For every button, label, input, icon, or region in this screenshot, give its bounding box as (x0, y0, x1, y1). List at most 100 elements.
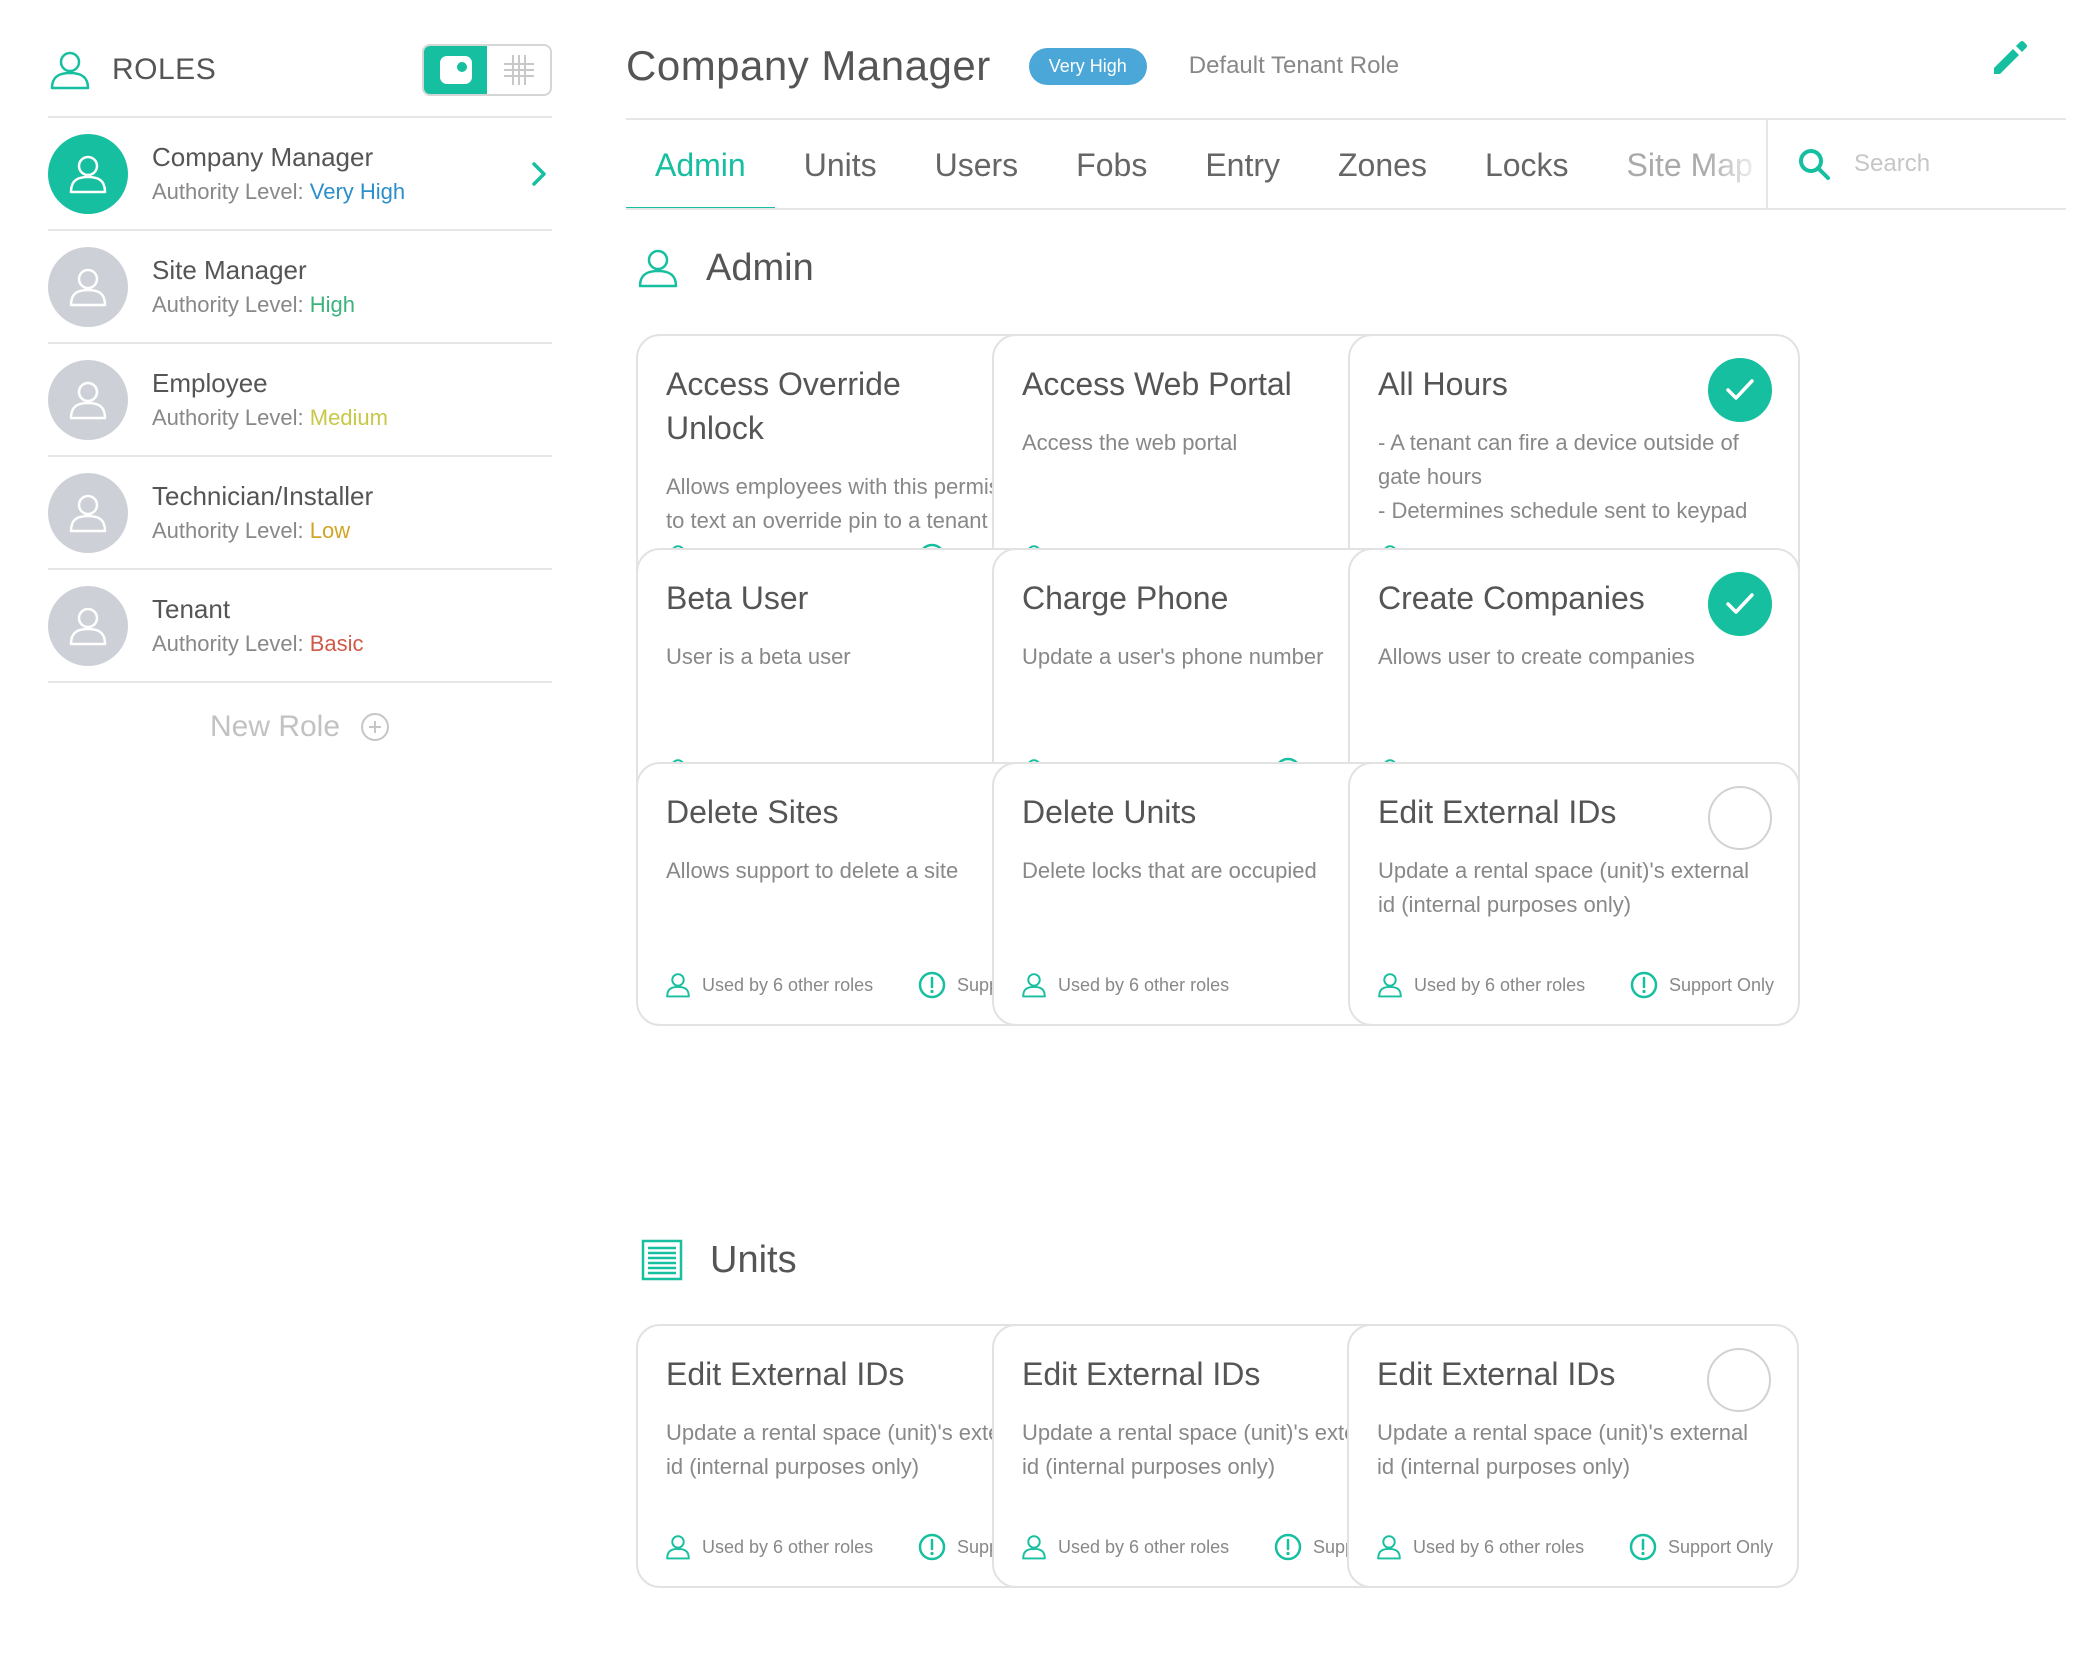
permission-title: All Hours (1378, 366, 1508, 402)
authority-prefix: Authority Level: (152, 178, 310, 204)
roles-title: ROLES (112, 53, 217, 86)
role-text: Tenant Authority Level: Basic (152, 591, 364, 661)
tab-entry[interactable]: Entry (1176, 120, 1309, 210)
new-role-button[interactable]: New Role (48, 710, 552, 744)
tab-fobs[interactable]: Fobs (1047, 120, 1176, 210)
used-by-roles: Used by 6 other roles (1376, 971, 1585, 999)
used-by-label: Used by 6 other roles (1058, 974, 1230, 995)
avatar (48, 585, 128, 666)
permission-card: Edit External IDs Update a rental space (… (1347, 1324, 1799, 1588)
authority-value: Medium (309, 404, 388, 430)
page-header: Company Manager Very High Default Tenant… (626, 36, 2066, 96)
user-icon (69, 494, 107, 532)
used-by-roles: Used by 6 other roles (1020, 1533, 1229, 1561)
tab-zones[interactable]: Zones (1309, 120, 1456, 210)
role-authority-level: Authority Level: Basic (152, 627, 364, 661)
search-box (1766, 120, 2066, 208)
grid-icon (503, 55, 534, 85)
permission-description: Update a rental space (unit)'s external … (1377, 1420, 1749, 1479)
permission-title: Charge Phone (1022, 580, 1229, 616)
search-icon (1799, 149, 1830, 180)
role-name: Site Manager (152, 254, 307, 285)
role-name: Tenant (152, 593, 231, 624)
role-text: Employee Authority Level: Medium (152, 365, 388, 435)
user-icon (1022, 1535, 1046, 1560)
plus-circle-icon (361, 713, 390, 741)
support-only-label: Support Only (1668, 974, 1774, 995)
tab-locks[interactable]: Locks (1456, 120, 1598, 210)
authority-value: Basic (309, 630, 364, 656)
authority-prefix: Authority Level: (152, 404, 310, 430)
role-item[interactable]: Tenant Authority Level: Basic (48, 570, 552, 683)
role-item[interactable]: Site Manager Authority Level: High (48, 231, 552, 344)
divider (626, 208, 2066, 210)
authority-badge: Very High (1028, 47, 1147, 85)
tab-units[interactable]: Units (775, 120, 906, 210)
permission-title: Beta User (666, 580, 809, 616)
checkmark-icon (1726, 593, 1754, 614)
used-by-roles: Used by 6 other roles (664, 1533, 873, 1561)
page-title: Company Manager (626, 42, 991, 89)
permission-checkbox[interactable] (1708, 572, 1772, 636)
new-role-label: New Role (209, 710, 341, 743)
default-tenant-role-label: Default Tenant Role (1188, 52, 1400, 79)
role-item[interactable]: Technician/Installer Authority Level: Low (48, 457, 552, 570)
permission-checkbox[interactable] (1707, 1348, 1771, 1412)
authority-value: High (309, 291, 355, 317)
role-text: Site Manager Authority Level: High (152, 252, 355, 322)
permission-title: Edit External IDs (666, 1356, 905, 1392)
permission-description: Allows user to create companies (1378, 644, 1695, 669)
permission-card: Edit External IDs Update a rental space (… (1348, 762, 1800, 1026)
permission-checkbox[interactable] (1708, 786, 1772, 850)
used-by-label: Used by 6 other roles (1058, 1536, 1230, 1557)
role-text: Company Manager Authority Level: Very Hig… (152, 139, 405, 209)
authority-prefix: Authority Level: (152, 517, 310, 543)
user-icon (1378, 973, 1402, 998)
section-label: Admin (706, 246, 814, 289)
permission-title: Access Web Portal (1022, 366, 1292, 402)
chevron-right-icon (532, 162, 546, 186)
role-authority-level: Authority Level: Medium (152, 401, 388, 435)
view-toggle (422, 44, 552, 96)
authority-prefix: Authority Level: (152, 630, 310, 656)
permission-checkbox[interactable] (1708, 358, 1772, 422)
permission-description: - A tenant can fire a device outside of … (1378, 430, 1748, 523)
role-list: Company Manager Authority Level: Very Hig… (48, 118, 552, 683)
used-by-roles: Used by 6 other roles (1375, 1533, 1584, 1561)
tab-users[interactable]: Users (906, 120, 1048, 210)
permission-title: Access Override Unlock (666, 366, 901, 446)
user-icon (69, 155, 107, 193)
card-view-button[interactable] (424, 46, 487, 94)
user-icon (666, 973, 690, 998)
support-only-badge: Support Only (1628, 1532, 1773, 1562)
user-icon (1022, 973, 1046, 998)
tab-overflow-fade (1706, 120, 1766, 208)
role-authority-level: Authority Level: Low (152, 514, 373, 548)
used-by-label: Used by 6 other roles (702, 974, 874, 995)
alert-circle-icon (1274, 1533, 1302, 1561)
role-name: Company Manager (152, 141, 374, 172)
role-text: Technician/Installer Authority Level: Low (152, 478, 373, 548)
checkmark-icon (1726, 379, 1754, 400)
used-by-roles: Used by 6 other roles (1020, 971, 1229, 999)
permission-title: Create Companies (1378, 580, 1645, 616)
search-input[interactable] (1854, 150, 2034, 178)
role-authority-level: Authority Level: Very High (152, 175, 405, 209)
permission-title: Edit External IDs (1022, 1356, 1261, 1392)
support-only-label: Support Only (1667, 1536, 1773, 1557)
avatar (48, 133, 128, 214)
role-item[interactable]: Employee Authority Level: Medium (48, 344, 552, 457)
grid-view-button[interactable] (487, 46, 550, 94)
section-title-units: Units (640, 1238, 797, 1282)
role-item[interactable]: Company Manager Authority Level: Very Hig… (48, 118, 552, 231)
tab-admin[interactable]: Admin (626, 120, 775, 210)
permission-footer: Used by 6 other roles Support Only (1375, 1530, 1773, 1564)
alert-circle-icon (1629, 1533, 1657, 1561)
avatar (48, 359, 128, 440)
authority-value: Very High (309, 178, 406, 204)
alert-circle-icon (918, 1533, 946, 1561)
support-only-badge: Support Only (1629, 970, 1774, 1000)
pencil-icon[interactable] (1986, 36, 2030, 80)
unit-door-icon (641, 1239, 683, 1281)
authority-prefix: Authority Level: (152, 291, 310, 317)
